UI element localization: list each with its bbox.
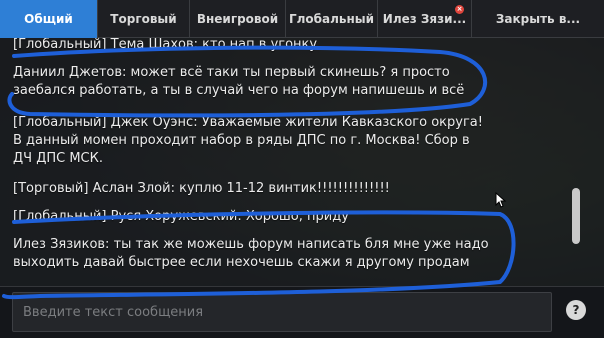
tab-label: Илез Зязи... — [382, 12, 467, 26]
chat-window: Общий Торговый Внеигровой Глобальный Иле… — [0, 0, 604, 338]
chat-message: [Глобальный] Руся Хоружевский: Хорошо, п… — [13, 209, 349, 224]
tab-label: Закрыть в... — [495, 12, 581, 26]
tab-label: Глобальный — [288, 12, 375, 26]
chat-input-bar: ? — [0, 286, 604, 338]
chat-scrollbar-thumb[interactable] — [572, 188, 580, 244]
tab-label: Торговый — [110, 12, 177, 26]
chat-message: Илез Зязиков: ты так же можешь форум нап… — [13, 237, 489, 270]
tab-global[interactable]: Глобальный — [286, 0, 378, 38]
tab-label: Общий — [24, 12, 73, 26]
chat-message-input[interactable] — [12, 292, 552, 332]
tab-close-all[interactable]: Закрыть в... — [472, 0, 604, 38]
help-button[interactable]: ? — [566, 300, 586, 320]
tab-trade[interactable]: Торговый — [98, 0, 190, 38]
chat-message: [Глобальный] Тема Шахов: кто нап в угонк… — [13, 38, 318, 52]
chat-messages: [Глобальный] Тема Шахов: кто нап в угонк… — [0, 38, 586, 286]
chat-message: Даниил Джетов: может всё таки ты первый … — [13, 65, 465, 98]
tab-private-ilez[interactable]: Илез Зязи... × — [378, 0, 472, 38]
tab-offgame[interactable]: Внеигровой — [190, 0, 286, 38]
chat-message: [Глобальный] Джек Оуэнс: Уважаемые жител… — [13, 115, 483, 166]
tab-general[interactable]: Общий — [0, 0, 98, 38]
tab-label: Внеигровой — [196, 12, 279, 26]
chat-tabs: Общий Торговый Внеигровой Глобальный Иле… — [0, 0, 604, 38]
mouse-cursor-icon — [495, 192, 507, 208]
close-tab-icon[interactable]: × — [455, 5, 464, 14]
chat-message: [Торговый] Аслан Злой: куплю 11-12 винти… — [13, 181, 390, 196]
